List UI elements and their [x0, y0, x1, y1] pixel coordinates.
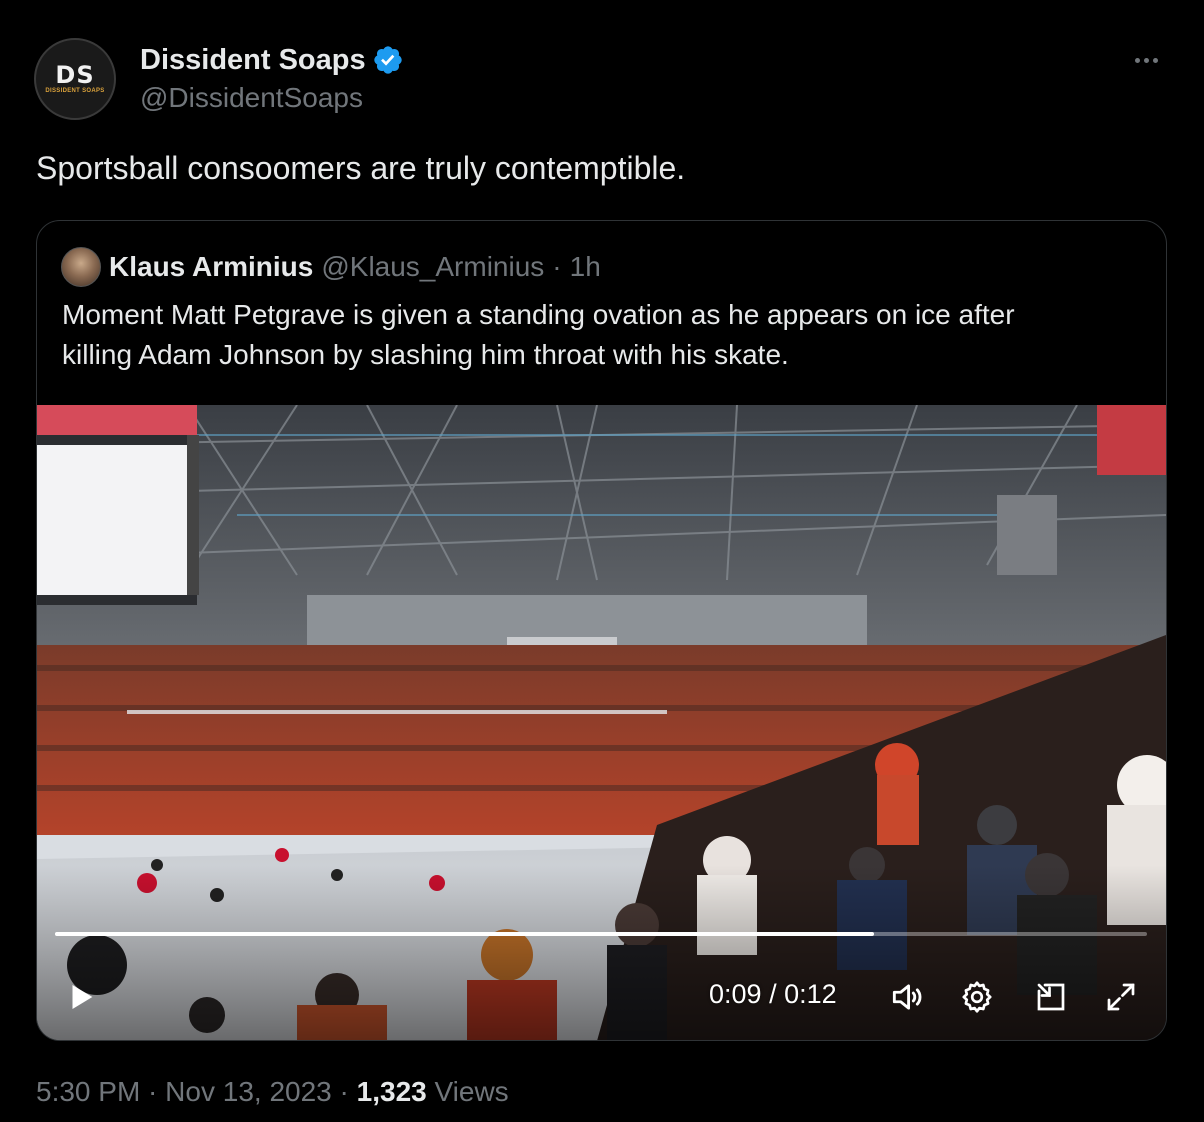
video-duration: 0:12 [784, 979, 837, 1009]
video-current-time: 0:09 [709, 979, 762, 1009]
more-options-icon[interactable] [1128, 48, 1164, 72]
metadata-separator: · [331, 1076, 357, 1107]
quoted-author-avatar [61, 247, 101, 287]
quoted-tweet-header: Klaus Arminius @Klaus_Arminius · 1h [61, 247, 601, 287]
video-time-display: 0:09 / 0:12 [709, 979, 837, 1010]
tweet-date[interactable]: Nov 13, 2023 [165, 1076, 332, 1107]
quoted-tweet[interactable]: Klaus Arminius @Klaus_Arminius · 1h Mome… [36, 220, 1167, 1041]
author-info: Dissident Soaps @DissidentSoaps [140, 42, 404, 114]
quoted-tweet-text: Moment Matt Petgrave is given a standing… [62, 295, 1142, 375]
picture-in-picture-button[interactable] [1029, 975, 1073, 1019]
tweet-metadata: 5:30 PM · Nov 13, 2023 · 1,323 Views [36, 1076, 509, 1108]
verified-badge-icon[interactable] [372, 44, 404, 76]
volume-icon [892, 984, 922, 1010]
quoted-author-handle: @Klaus_Arminius [321, 251, 545, 282]
views-count: 1,323 [356, 1076, 427, 1107]
metadata-separator: · [140, 1076, 166, 1107]
video-frame-arena-image [37, 405, 1166, 1040]
fullscreen-icon [1107, 983, 1135, 1011]
play-icon [72, 984, 93, 1010]
author-handle[interactable]: @DissidentSoaps [140, 82, 404, 114]
tweet-text: Sportsball consoomers are truly contempt… [36, 150, 686, 186]
avatar-logo-subtext: DISSIDENT SOAPS [45, 88, 105, 94]
volume-button[interactable] [885, 975, 929, 1019]
video-progress-fill [55, 932, 874, 936]
quoted-separator: · [552, 251, 562, 282]
video-progress-bar[interactable] [55, 932, 1147, 936]
quoted-text-line: killing Adam Johnson by slashing him thr… [62, 339, 789, 370]
views-label: Views [426, 1076, 509, 1107]
avatar-logo-text: DS [55, 61, 95, 89]
video-player[interactable]: 0:09 / 0:12 [37, 405, 1166, 1040]
tweet-time[interactable]: 5:30 PM [36, 1076, 140, 1107]
fullscreen-button[interactable] [1099, 975, 1143, 1019]
picture-in-picture-icon [1037, 983, 1065, 1011]
author-display-name[interactable]: Dissident Soaps [140, 44, 366, 77]
quoted-author-display-name: Klaus Arminius [109, 251, 314, 282]
settings-button[interactable] [955, 975, 999, 1019]
tweet: DS DISSIDENT SOAPS Dissident Soaps @Diss… [0, 0, 1204, 1122]
quoted-time: 1h [569, 251, 601, 282]
author-avatar[interactable]: DS DISSIDENT SOAPS [34, 38, 116, 120]
video-time-separator: / [761, 979, 785, 1009]
quoted-text-line: Moment Matt Petgrave is given a standing… [62, 299, 1015, 330]
play-button[interactable] [59, 975, 103, 1019]
gear-icon [962, 981, 992, 1013]
